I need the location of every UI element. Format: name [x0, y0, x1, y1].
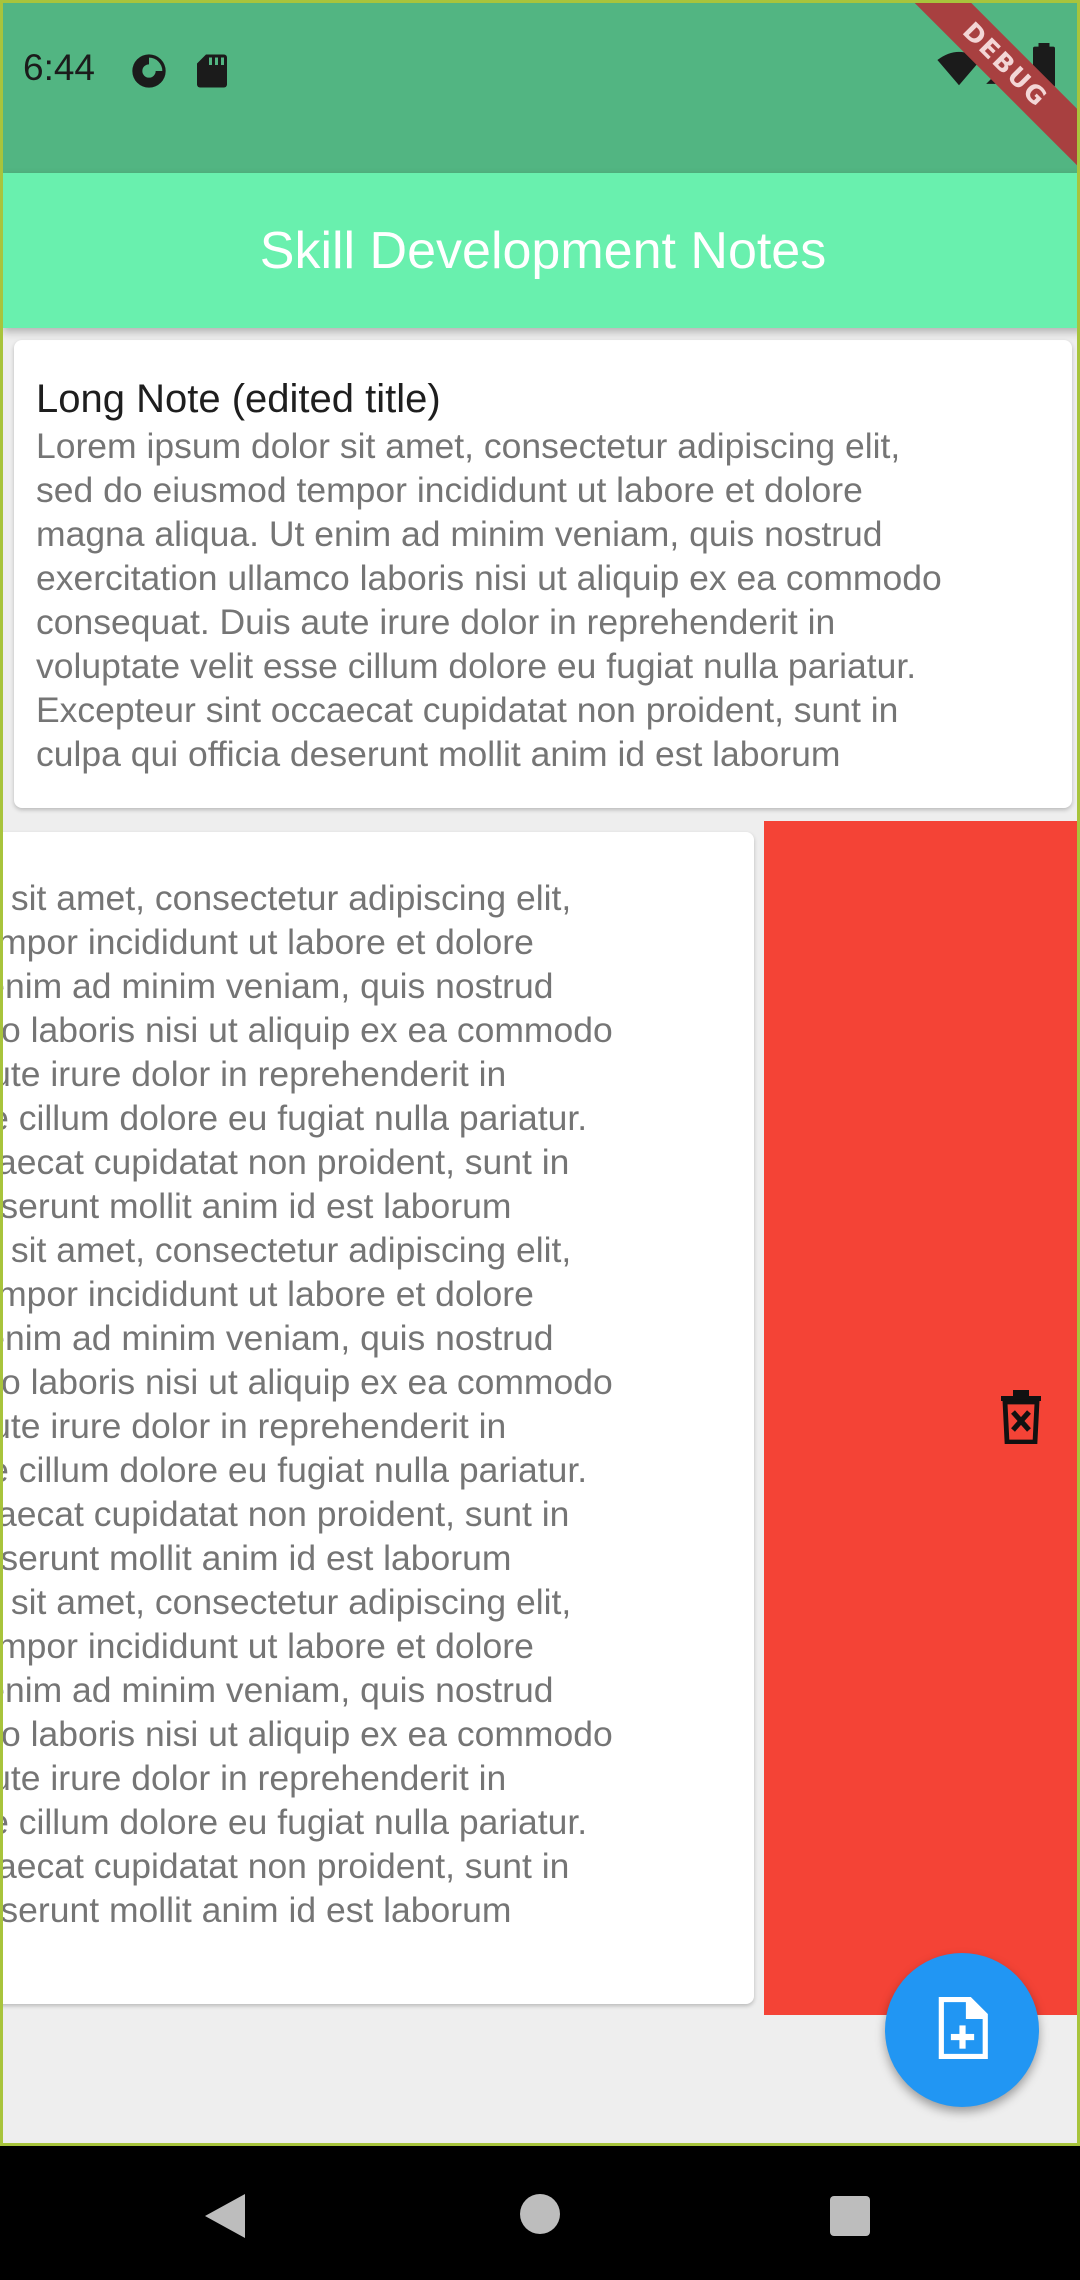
recents-icon[interactable] — [830, 2196, 870, 2241]
note-body: Lorem ipsum dolor sit amet, consectetur … — [0, 878, 613, 1930]
note-add-icon — [935, 1996, 989, 2064]
status-bar: 6:44 DEBUG — [3, 3, 1077, 179]
page-title: Skill Development Notes — [259, 221, 827, 280]
status-time: 6:44 — [23, 47, 96, 88]
data-saver-icon — [129, 51, 169, 96]
back-icon[interactable] — [205, 2194, 245, 2243]
system-nav-bar — [0, 2146, 1080, 2280]
note-body: Lorem ipsum dolor sit amet, consectetur … — [36, 426, 942, 774]
note-card[interactable]: Long Note (edited title) Lorem ipsum dol… — [14, 340, 1072, 808]
app-bar: Skill Development Notes — [3, 173, 1077, 328]
sd-card-icon — [195, 53, 229, 94]
add-note-button[interactable] — [885, 1953, 1039, 2107]
delete-forever-icon — [1001, 1390, 1041, 1449]
app-screen: 6:44 DEBUG Skill Development Notes Long … — [0, 0, 1080, 2146]
home-icon[interactable] — [520, 2194, 560, 2239]
note-card-swiping[interactable]: Lorem ipsum dolor sit amet, consectetur … — [0, 832, 754, 2004]
note-title: Long Note (edited title) — [36, 377, 441, 421]
